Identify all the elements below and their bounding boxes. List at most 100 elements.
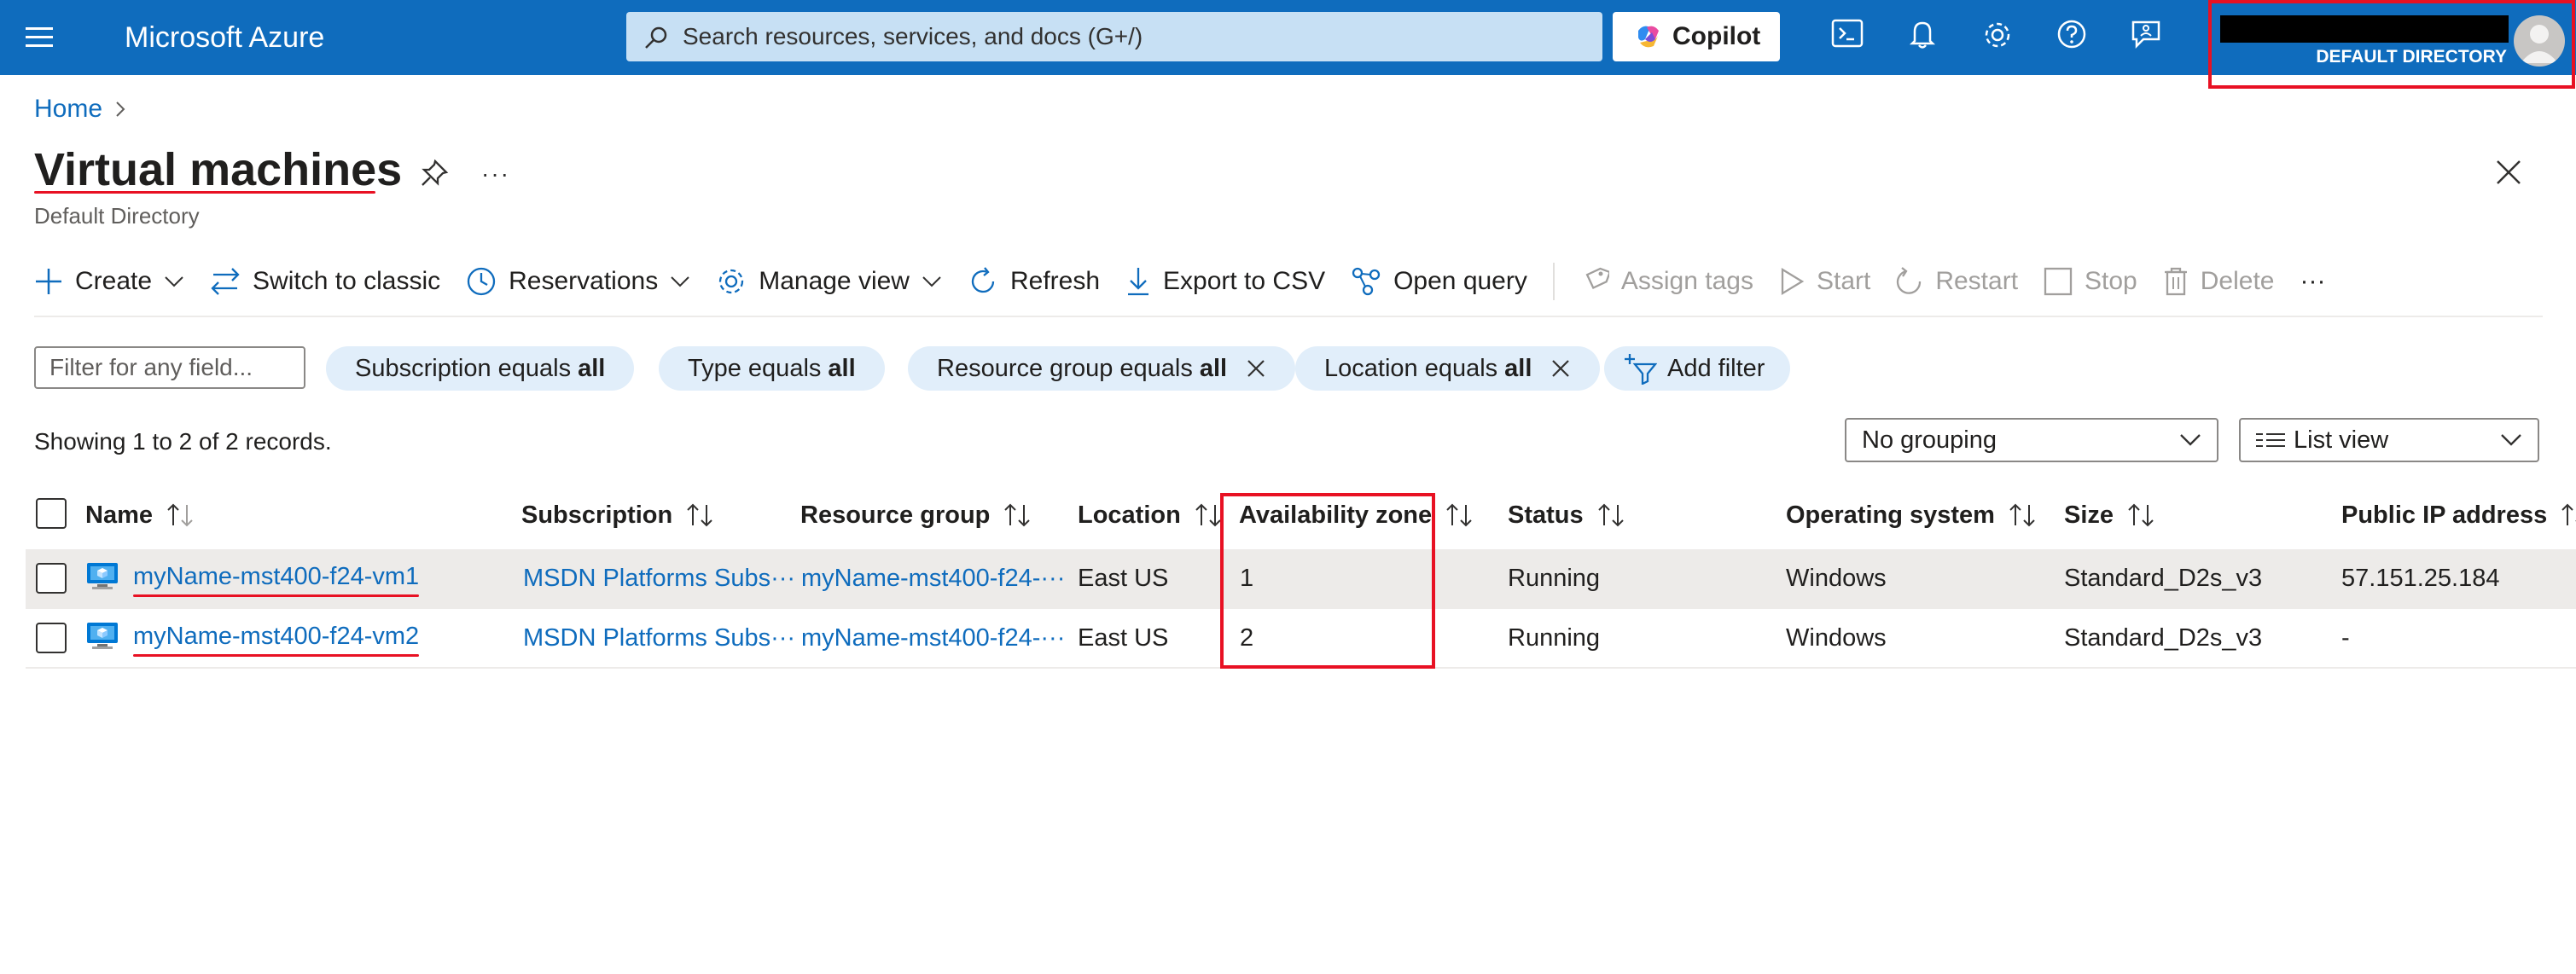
more-options-icon[interactable]: ··· — [481, 160, 510, 188]
add-filter-button[interactable]: Add filter — [1604, 346, 1791, 391]
close-icon[interactable] — [2495, 159, 2522, 186]
stop-icon — [2044, 267, 2073, 296]
top-bar: Microsoft Azure Search resources, servic… — [0, 0, 2576, 89]
assign-tags-button[interactable]: Assign tags — [1580, 266, 1753, 297]
records-count: Showing 1 to 2 of 2 records. — [34, 428, 332, 455]
delete-button[interactable]: Delete — [2163, 266, 2275, 297]
grouping-dropdown[interactable]: No grouping — [1845, 418, 2218, 462]
toolbar-separator — [1552, 263, 1555, 300]
redacted-account-name — [2220, 15, 2509, 43]
gear-icon — [719, 269, 744, 294]
remove-filter-icon[interactable] — [1246, 358, 1266, 379]
chevron-down-icon — [2180, 434, 2201, 446]
filter-pill-label: Type equals — [688, 355, 822, 382]
refresh-icon — [971, 267, 995, 293]
status-cell: Running — [1508, 565, 1601, 592]
size-cell: Standard_D2s_v3 — [2064, 624, 2263, 652]
column-header-location[interactable]: Location — [1078, 500, 1224, 530]
column-header-status[interactable]: Status — [1508, 500, 1626, 530]
add-filter-label: Add filter — [1667, 355, 1765, 382]
breadcrumb-home-link[interactable]: Home — [34, 94, 102, 125]
refresh-label: Refresh — [1009, 267, 1101, 295]
vm-name-link[interactable]: myName-mst400-f24-vm1 — [133, 561, 420, 597]
list-view-icon — [2256, 433, 2285, 447]
help-icon[interactable] — [2056, 19, 2087, 49]
delete-label: Delete — [2200, 267, 2275, 295]
resource-group-link[interactable]: myName-mst400-f24-··· — [801, 623, 1065, 653]
filter-any-field-input[interactable]: Filter for any field... — [34, 346, 305, 389]
filter-pill-value: all — [1199, 355, 1228, 382]
chevron-down-icon — [2501, 434, 2521, 446]
export-csv-label: Export to CSV — [1163, 267, 1326, 295]
vm-name-link[interactable]: myName-mst400-f24-vm2 — [133, 621, 420, 657]
column-header-label: Location — [1078, 501, 1181, 529]
select-all-checkbox[interactable] — [36, 498, 67, 529]
column-header-name[interactable]: Name — [85, 500, 195, 530]
tag-icon — [1585, 267, 1609, 290]
filter-pill-type[interactable]: Type equals all — [659, 346, 885, 391]
notifications-bell-icon[interactable] — [1908, 19, 1937, 49]
resource-group-link[interactable]: myName-mst400-f24-··· — [801, 563, 1065, 594]
subscription-link[interactable]: MSDN Platforms Subs··· — [523, 623, 795, 653]
stop-button[interactable]: Stop — [2044, 266, 2137, 297]
add-filter-icon — [1625, 354, 1657, 385]
chevron-down-icon — [165, 276, 183, 287]
chevron-down-icon — [671, 276, 689, 287]
hamburger-menu-icon[interactable] — [26, 26, 53, 49]
os-cell: Windows — [1786, 624, 1887, 652]
filter-pill-resource-group[interactable]: Resource group equals all — [908, 346, 1296, 391]
toolbar-more-button[interactable]: ··· — [2300, 266, 2325, 297]
brand-title[interactable]: Microsoft Azure — [125, 20, 324, 55]
export-csv-button[interactable]: Export to CSV — [1125, 266, 1325, 297]
filter-pill-label: Resource group equals — [937, 355, 1193, 382]
download-icon — [1128, 268, 1149, 296]
create-button[interactable]: Create — [34, 266, 184, 297]
feedback-icon[interactable] — [2130, 19, 2162, 49]
sort-icon — [1597, 503, 1624, 527]
pin-icon[interactable] — [420, 159, 449, 188]
avatar[interactable] — [2514, 15, 2565, 67]
stop-label: Stop — [2085, 267, 2137, 295]
refresh-button[interactable]: Refresh — [968, 266, 1100, 297]
ellipsis-icon: ··· — [2300, 267, 2326, 295]
virtual-machine-icon — [85, 621, 119, 652]
account-menu[interactable]: DEFAULT DIRECTORY — [2208, 0, 2575, 89]
column-header-label: Size — [2064, 501, 2114, 529]
remove-filter-icon[interactable] — [1550, 358, 1571, 379]
sort-icon — [2128, 503, 2154, 527]
grouping-value: No grouping — [1862, 426, 1997, 454]
reservations-button[interactable]: Reservations — [466, 266, 690, 297]
column-header-size[interactable]: Size — [2064, 500, 2156, 530]
switch-to-classic-button[interactable]: Switch to classic — [210, 266, 440, 297]
cloud-shell-icon[interactable] — [1831, 19, 1864, 48]
copilot-button[interactable]: Copilot — [1613, 12, 1780, 61]
column-header-resource-group[interactable]: Resource group — [800, 500, 1032, 530]
view-mode-dropdown[interactable]: List view — [2239, 418, 2539, 462]
manage-view-button[interactable]: Manage view — [716, 266, 942, 297]
os-cell: Windows — [1786, 565, 1887, 592]
sort-icon — [167, 503, 193, 527]
global-search-box[interactable]: Search resources, services, and docs (G+… — [626, 12, 1602, 61]
subscription-link[interactable]: MSDN Platforms Subs··· — [523, 563, 795, 594]
chevron-right-icon — [114, 100, 126, 119]
restart-button[interactable]: Restart — [1896, 266, 2018, 297]
row-checkbox[interactable] — [36, 623, 67, 653]
filter-pill-value: all — [578, 355, 606, 382]
filter-pill-subscription[interactable]: Subscription equals all — [326, 346, 635, 391]
open-query-button[interactable]: Open query — [1351, 266, 1527, 297]
restart-label: Restart — [1935, 267, 2019, 295]
filter-pill-label: Location equals — [1324, 355, 1498, 382]
start-button[interactable]: Start — [1779, 266, 1870, 297]
settings-gear-icon[interactable] — [1981, 19, 2014, 51]
assign-tags-label: Assign tags — [1620, 267, 1753, 295]
column-header-operating-system[interactable]: Operating system — [1786, 500, 2038, 530]
filter-pill-location[interactable]: Location equals all — [1295, 346, 1601, 391]
row-checkbox[interactable] — [36, 563, 67, 594]
status-cell: Running — [1508, 624, 1601, 652]
column-header-public-ip[interactable]: Public IP address — [2341, 500, 2576, 530]
column-header-label: Subscription — [521, 501, 673, 529]
column-header-subscription[interactable]: Subscription — [521, 500, 715, 530]
chevron-down-icon — [922, 276, 941, 287]
trash-icon — [2164, 267, 2187, 296]
filter-pill-label: Subscription equals — [355, 355, 572, 382]
